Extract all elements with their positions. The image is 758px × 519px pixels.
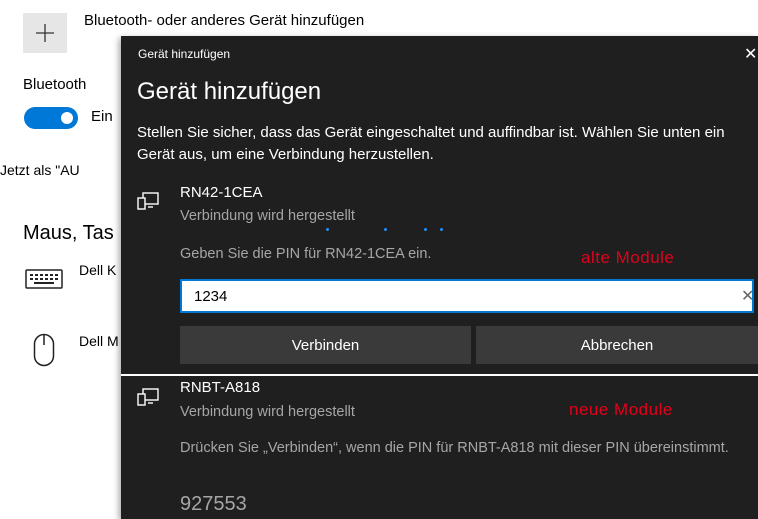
pin-input[interactable] <box>180 279 754 313</box>
add-device-button[interactable] <box>23 13 67 53</box>
device-name-rnbt[interactable]: RNBT-A818 <box>180 379 260 396</box>
add-device-dialog: Gerät hinzufügen ✕ Gerät hinzufügen Stel… <box>121 36 758 519</box>
device-icon <box>137 388 159 411</box>
add-device-label[interactable]: Bluetooth- oder anderes Gerät hinzufügen <box>84 12 364 29</box>
device-status-rnbt: Verbindung wird hergestellt <box>180 404 355 420</box>
section-title: Maus, Tas <box>23 222 114 244</box>
device-icon <box>137 192 159 215</box>
dialog-titlebar: Gerät hinzufügen ✕ <box>121 36 758 74</box>
pin-hint-rn42: Geben Sie die PIN für RN42-1CEA ein. <box>180 246 432 262</box>
mouse-icon <box>33 333 55 372</box>
connect-button[interactable]: Verbinden <box>180 326 471 364</box>
cancel-button[interactable]: Abbrechen <box>476 326 758 364</box>
divider <box>121 374 758 376</box>
dialog-description: Stellen Sie sicher, dass das Gerät einge… <box>137 124 725 163</box>
dialog-heading: Gerät hinzufügen <box>137 78 322 105</box>
toggle-state-label: Ein <box>91 108 113 125</box>
keyboard-device-name[interactable]: Dell K <box>79 262 116 278</box>
pin-code: 927553 <box>180 493 247 515</box>
pin-confirm-description: Drücken Sie „Verbinden“, wenn die PIN fü… <box>180 440 729 456</box>
bluetooth-toggle[interactable] <box>24 107 78 129</box>
dialog-titlebar-text: Gerät hinzufügen <box>138 47 231 61</box>
device-name-rn42[interactable]: RN42-1CEA <box>180 184 263 201</box>
bluetooth-label: Bluetooth <box>23 76 87 93</box>
keyboard-icon <box>25 268 63 295</box>
annotation-old-modules: alte Module <box>581 248 675 267</box>
device-status-rn42: Verbindung wird hergestellt <box>180 208 355 224</box>
discoverable-text: Jetzt als "AU <box>0 162 80 178</box>
progress-dots <box>326 228 456 236</box>
mouse-device-name[interactable]: Dell M <box>79 333 119 349</box>
annotation-new-modules: neue Module <box>569 400 673 419</box>
clear-input-icon[interactable]: ✕ <box>741 286 754 306</box>
close-icon[interactable]: ✕ <box>744 44 758 64</box>
plus-icon <box>36 24 54 42</box>
